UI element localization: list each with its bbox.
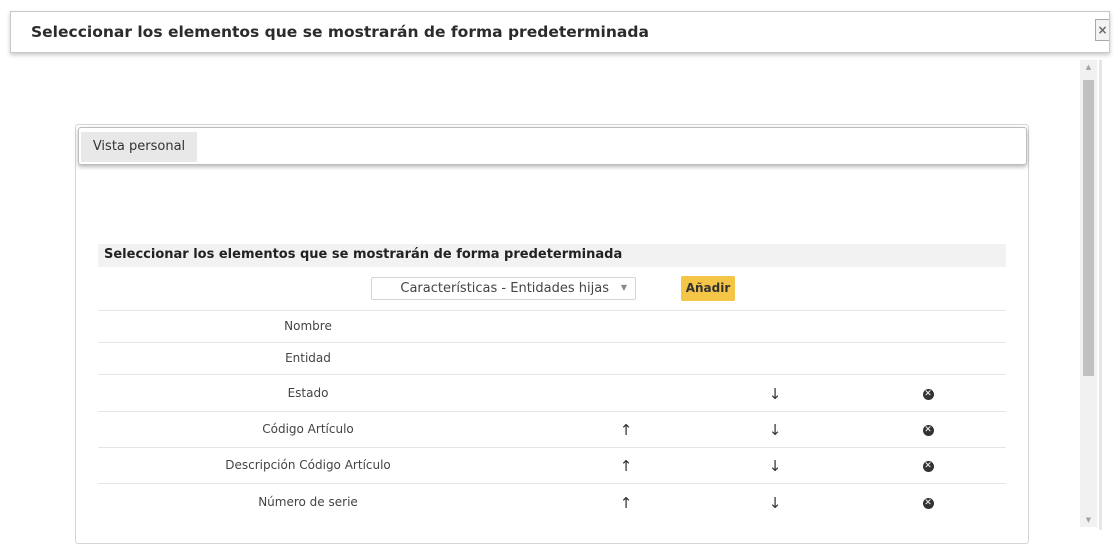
row-label: Estado	[287, 386, 329, 400]
row-label: Entidad	[285, 351, 331, 365]
row-label: Descripción Código Artículo	[225, 458, 391, 472]
row-label: Nombre	[284, 319, 332, 333]
tab-bar: Vista personal	[78, 127, 1027, 165]
element-select[interactable]: Características - Entidades hijas ▼	[371, 277, 636, 300]
arrow-down-icon[interactable]: ↓	[765, 420, 785, 440]
list-item: Descripción Código Artículo ↑ ↓ ✕	[98, 447, 1006, 484]
section-header: Seleccionar los elementos que se mostrar…	[98, 244, 1006, 267]
list-item: Nombre	[98, 310, 1006, 343]
row-label: Código Artículo	[262, 422, 354, 436]
remove-circle-icon[interactable]: ✕	[918, 384, 938, 404]
row-label: Número de serie	[258, 495, 358, 509]
remove-circle-icon[interactable]: ✕	[918, 456, 938, 476]
list-item: Entidad	[98, 342, 1006, 375]
arrow-down-icon[interactable]: ↓	[765, 493, 785, 513]
remove-glyph: ✕	[922, 425, 934, 436]
section-title: Seleccionar los elementos que se mostrar…	[104, 247, 623, 262]
remove-glyph: ✕	[922, 389, 934, 400]
chevron-down-icon: ▼	[620, 283, 627, 292]
scroll-thumb[interactable]	[1083, 80, 1094, 376]
arrow-up-icon[interactable]: ↑	[616, 456, 636, 476]
add-button[interactable]: Añadir	[681, 276, 735, 301]
list-item: Estado ↓ ✕	[98, 374, 1006, 412]
remove-circle-icon[interactable]: ✕	[918, 420, 938, 440]
tab-vista-personal[interactable]: Vista personal	[81, 132, 197, 162]
dialog-title: Seleccionar los elementos que se mostrar…	[31, 23, 649, 41]
select-value: Características - Entidades hijas	[400, 281, 609, 296]
scroll-up-icon[interactable]: ▲	[1080, 60, 1097, 74]
remove-glyph: ✕	[922, 461, 934, 472]
arrow-down-icon[interactable]: ↓	[765, 384, 785, 404]
arrow-down-icon[interactable]: ↓	[765, 456, 785, 476]
remove-circle-icon[interactable]: ✕	[918, 493, 938, 513]
vertical-scrollbar[interactable]: ▲ ▼	[1080, 60, 1097, 527]
remove-glyph: ✕	[922, 498, 934, 509]
close-button[interactable]: ×	[1095, 19, 1109, 41]
right-edge	[1099, 60, 1102, 530]
arrow-up-icon[interactable]: ↑	[616, 420, 636, 440]
list-item: Código Artículo ↑ ↓ ✕	[98, 411, 1006, 448]
dialog-header: Seleccionar los elementos que se mostrar…	[10, 11, 1110, 53]
list-item: Número de serie ↑ ↓ ✕	[98, 483, 1006, 521]
arrow-up-icon[interactable]: ↑	[616, 493, 636, 513]
scroll-down-icon[interactable]: ▼	[1080, 513, 1097, 527]
